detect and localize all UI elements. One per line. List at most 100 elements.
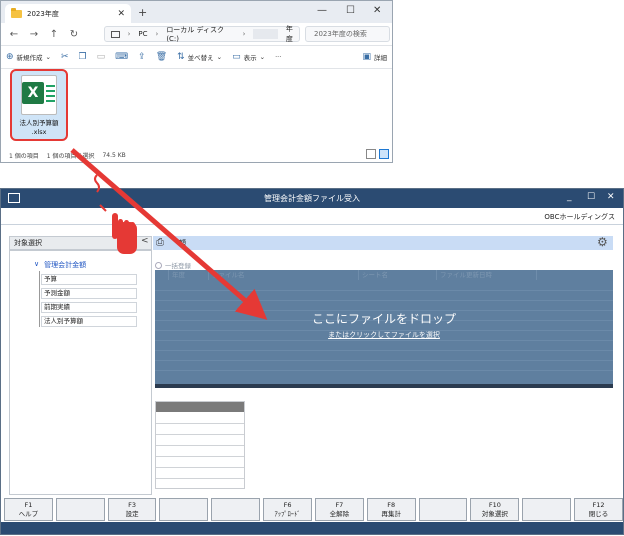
fkey-code: F3: [128, 501, 136, 509]
target-select-header: 対象選択: [9, 236, 152, 250]
excel-logo: X: [22, 82, 44, 104]
xlsx-file-item[interactable]: X 法人別予算額 .xlsx: [10, 69, 68, 141]
fkey-label: ｱｯﾌﾟﾛｰﾄﾞ: [274, 510, 301, 518]
fkey-f12[interactable]: F12 閉じる: [574, 498, 623, 521]
folder-icon: [11, 7, 22, 18]
selected-size: 74.5 KB: [102, 151, 126, 159]
address-bar[interactable]: › PC › ローカル ディスク (C:) › 年度: [104, 24, 300, 44]
copy-button[interactable]: ❐: [74, 52, 92, 62]
fkey-blank[interactable]: [55, 498, 105, 521]
monitor-icon: [111, 30, 120, 38]
rename-button[interactable]: ⌨: [110, 52, 133, 62]
tree-item-prior-results[interactable]: 前期実績: [41, 302, 137, 313]
fkey-f8[interactable]: F8 再集計: [366, 498, 416, 521]
explorer-tab-title: 2023年度: [27, 9, 59, 18]
fkey-blank[interactable]: [522, 498, 572, 521]
app-title-bar: 管理会計金額ファイル受入 _ ☐ ✕: [1, 189, 623, 208]
tree-root[interactable]: ∨ 管理会計金額: [34, 260, 86, 270]
app-footer: [1, 522, 623, 534]
tree-connector: [39, 271, 40, 327]
drop-instruction: ここにファイルをドロップ: [311, 312, 456, 326]
breadcrumb-separator: ›: [127, 30, 131, 38]
fkey-label: 閉じる: [588, 510, 609, 518]
breadcrumb-separator: ›: [155, 30, 159, 38]
select-file-link[interactable]: またはクリックしてファイルを選択: [155, 330, 613, 340]
redacted-folder: [253, 29, 278, 39]
back-arrow-icon[interactable]: ←: [4, 29, 24, 40]
breadcrumb-pc[interactable]: PC: [138, 30, 147, 38]
search-input[interactable]: 2023年度の検索: [305, 26, 390, 42]
divider: [1, 224, 623, 225]
column-updated: ファイル更新日時: [437, 270, 537, 280]
maximize-button[interactable]: ☐: [346, 5, 355, 16]
fkey-blank[interactable]: [211, 498, 261, 521]
view-button[interactable]: ▭ 表示 ⌄: [227, 52, 270, 62]
up-arrow-icon[interactable]: ↑: [44, 29, 64, 40]
close-window-button[interactable]: ✕: [373, 5, 381, 16]
checkbox-icon: [155, 261, 162, 269]
maximize-button[interactable]: ☐: [587, 192, 595, 202]
breadcrumb-folder[interactable]: 年度: [286, 24, 299, 44]
fkey-code: F1: [24, 501, 33, 509]
minimize-button[interactable]: _: [567, 192, 572, 202]
gear-icon[interactable]: ⚙: [597, 235, 608, 249]
new-tab-button[interactable]: +: [138, 6, 147, 19]
tree-item-budget[interactable]: 予算: [41, 274, 137, 285]
close-tab-icon[interactable]: ✕: [117, 9, 125, 19]
details-button[interactable]: ▣ 詳細: [357, 52, 392, 62]
minimize-button[interactable]: —: [317, 5, 327, 16]
delete-button[interactable]: 🗑: [151, 52, 172, 62]
column-check: [155, 270, 169, 280]
drop-table-header: 年度 ファイル名 シート名 ファイル更新日時: [155, 270, 613, 280]
details-view-icon[interactable]: [366, 149, 376, 159]
fkey-f1[interactable]: F1 ヘルプ: [4, 498, 53, 521]
file-name: 法人別予算額 .xlsx: [12, 119, 66, 137]
fkey-f10[interactable]: F10 対象選択: [470, 498, 520, 521]
file-explorer-window: 2023年度 ✕ + — ☐ ✕ ← → ↑ ↻ › PC › ローカル ディス…: [0, 0, 393, 163]
file-drop-zone[interactable]: 年度 ファイル名 シート名 ファイル更新日時 ここにファイルをドロップ またはク…: [155, 270, 613, 384]
paste-button[interactable]: ▭: [92, 52, 111, 62]
forward-arrow-icon[interactable]: →: [24, 29, 44, 40]
fkey-code: F8: [387, 501, 396, 509]
bulk-register-checkbox[interactable]: 一括登録: [155, 260, 191, 270]
explorer-tab-bar: 2023年度 ✕ + — ☐ ✕: [1, 1, 392, 23]
sort-button[interactable]: ⇅ 並べ替え ⌄: [172, 52, 227, 62]
fkey-blank[interactable]: [418, 498, 468, 521]
plus-circle-icon: ⊕: [6, 52, 14, 62]
new-label: 新規作成: [16, 54, 43, 62]
main-header-text: 額: [179, 239, 186, 247]
sort-icon: ⇅: [177, 52, 185, 62]
fkey-f7[interactable]: F7 全解除: [314, 498, 364, 521]
large-icons-view-icon[interactable]: [379, 149, 389, 159]
scissors-icon: ✂: [61, 52, 69, 62]
share-icon: ⇪: [138, 52, 146, 62]
chevron-down-icon: ⌄: [45, 53, 51, 61]
more-button[interactable]: ···: [270, 53, 286, 61]
sheet-list-header: [156, 402, 244, 412]
explorer-status-bar: 1 個の項目 1 個の項目を選択 74.5 KB: [1, 148, 392, 162]
close-window-button[interactable]: ✕: [607, 192, 615, 202]
view-icon: ▭: [232, 52, 241, 62]
tree-item-corporate-budget[interactable]: 法人別予算額: [41, 316, 137, 327]
column-year: 年度: [169, 270, 209, 280]
fkey-label: 設定: [125, 510, 139, 518]
fkey-f3[interactable]: F3 設定: [107, 498, 157, 521]
explorer-tab[interactable]: 2023年度 ✕: [5, 4, 131, 23]
refresh-icon[interactable]: ↻: [64, 29, 84, 40]
app-window: 管理会計金額ファイル受入 _ ☐ ✕ OBCホールディングス 対象選択 < ∨ …: [0, 188, 624, 535]
explorer-command-bar: ⊕ 新規作成 ⌄ ✂ ❐ ▭ ⌨ ⇪ 🗑 ⇅ 並べ替え ⌄ ▭ 表示 ⌄ ··· ▣ 詳細: [1, 45, 392, 69]
collapse-panel-button[interactable]: <: [141, 236, 149, 246]
sort-label: 並べ替え: [187, 54, 214, 62]
breadcrumb-drive[interactable]: ローカル ディスク (C:): [166, 25, 234, 43]
fkey-f6[interactable]: F6 ｱｯﾌﾟﾛｰﾄﾞ: [263, 498, 312, 521]
fkey-code: F12: [592, 501, 605, 509]
share-button[interactable]: ⇪: [133, 52, 151, 62]
new-button[interactable]: ⊕ 新規作成 ⌄: [1, 52, 56, 62]
fkey-label: 再集計: [381, 510, 401, 518]
column-filename: ファイル名: [209, 270, 359, 280]
cut-button[interactable]: ✂: [56, 52, 74, 62]
chevron-down-icon: ∨: [34, 260, 40, 268]
selected-count: 1 個の項目を選択: [46, 152, 95, 160]
fkey-blank[interactable]: [159, 498, 209, 521]
tree-item-forecast[interactable]: 予測金額: [41, 288, 137, 299]
